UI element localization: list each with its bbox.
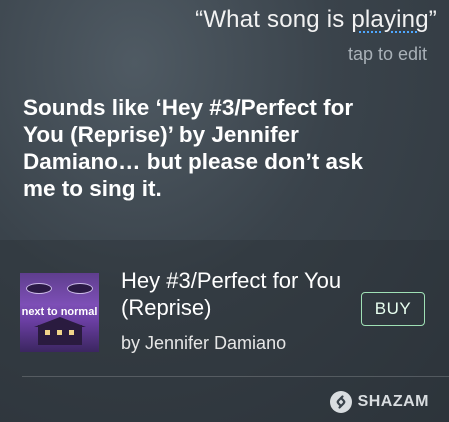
- album-art-window: [69, 330, 74, 335]
- siri-response-text: Sounds like ‘Hey #3/Perfect for You (Rep…: [23, 95, 364, 201]
- shazam-icon: [329, 391, 352, 413]
- shazam-label: SHAZAM: [357, 393, 429, 410]
- album-art-window: [45, 330, 50, 335]
- album-art-eyes: [26, 283, 93, 297]
- tap-to-edit-link[interactable]: tap to edit: [348, 44, 427, 65]
- song-title[interactable]: Hey #3/Perfect for You (Reprise): [121, 267, 351, 321]
- album-art[interactable]: next to normal: [20, 273, 99, 352]
- divider: [22, 376, 449, 377]
- query-close: ”: [428, 6, 437, 33]
- album-art-window: [57, 330, 62, 335]
- buy-button[interactable]: BUY: [361, 292, 425, 326]
- album-art-right-eye: [67, 283, 93, 294]
- album-art-house: [38, 325, 82, 345]
- shazam-attribution[interactable]: SHAZAM: [329, 391, 429, 413]
- query-underlined-word: playing: [351, 6, 429, 33]
- song-artist: by Jennifer Damiano: [121, 333, 287, 353]
- album-art-left-eye: [26, 283, 52, 294]
- query-open: “What song is: [195, 6, 352, 33]
- siri-query[interactable]: “What song is playing”: [195, 6, 437, 34]
